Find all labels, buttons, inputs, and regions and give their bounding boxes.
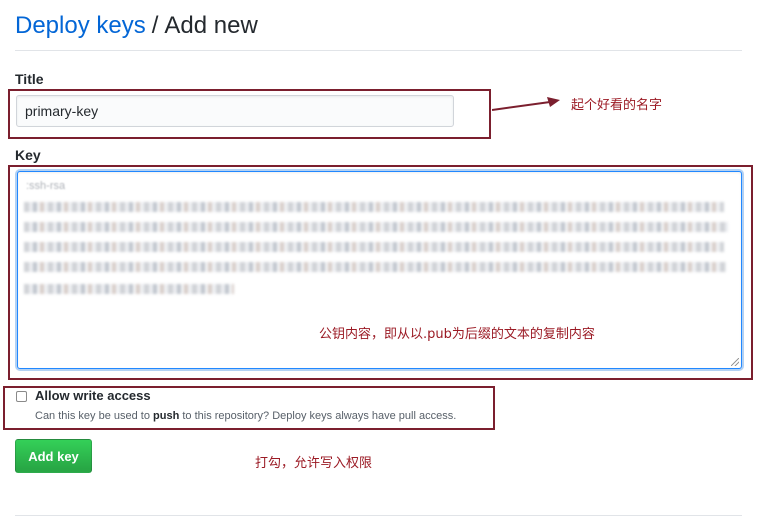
deploy-keys-link[interactable]: Deploy keys xyxy=(15,12,146,39)
key-annotation-box xyxy=(8,165,753,380)
breadcrumb-current: Add new xyxy=(164,12,258,39)
footer-divider xyxy=(15,515,742,516)
checkbox-annotation-box xyxy=(3,386,495,430)
title-annotation-box xyxy=(8,89,491,139)
breadcrumb-separator: / xyxy=(151,12,159,39)
title-hint-text: 起个好看的名字 xyxy=(571,98,663,113)
header-divider xyxy=(15,50,742,51)
key-label: Key xyxy=(15,147,41,163)
title-label: Title xyxy=(15,71,44,87)
add-key-button[interactable]: Add key xyxy=(15,439,92,473)
checkbox-hint-text: 打勾，允许写入权限 xyxy=(255,456,373,471)
arrow-icon xyxy=(492,97,560,111)
page-title: Deploy keys / Add new xyxy=(15,10,258,42)
key-hint-text: 公钥内容，即从以.pub为后缀的文本的复制内容 xyxy=(319,327,595,342)
